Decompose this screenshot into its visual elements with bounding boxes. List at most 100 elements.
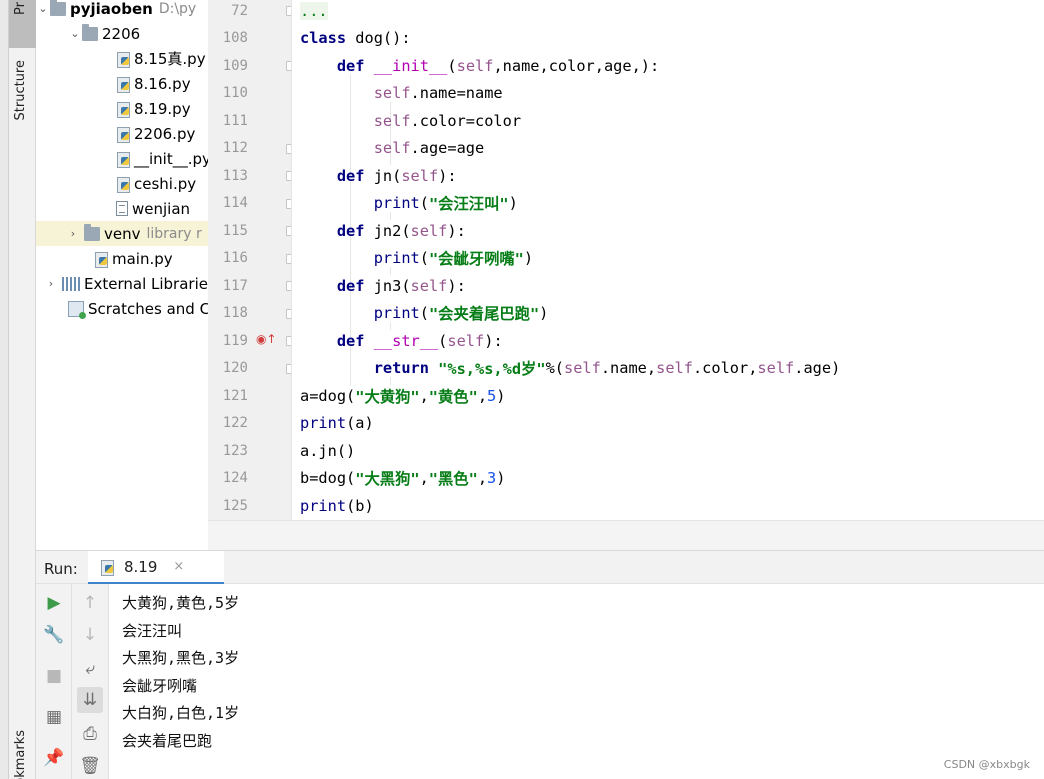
arrow-up-icon[interactable]: ↑ xyxy=(77,590,103,616)
code-token: print xyxy=(300,496,347,515)
wrench-icon[interactable]: 🔧 xyxy=(41,622,67,648)
console-line: 会夹着尾巴跑 xyxy=(122,732,213,750)
soft-wrap-icon[interactable]: ⤶ xyxy=(77,656,103,682)
line-number: 112 xyxy=(222,140,248,156)
python-file-icon xyxy=(116,76,130,93)
project-tab[interactable]: Pr xyxy=(9,0,36,48)
code-line[interactable]: def jn(self): xyxy=(300,162,1044,189)
code-token: def xyxy=(336,276,365,295)
arrow-down-icon[interactable]: ↓ xyxy=(77,622,103,648)
scroll-to-end-icon[interactable]: ⇊ xyxy=(77,687,103,713)
code-line[interactable]: print("会夹着尾巴跑") xyxy=(300,300,1044,327)
code-token: ): xyxy=(447,221,466,240)
line-number: 125 xyxy=(222,497,248,514)
code-token: , xyxy=(477,469,488,487)
code-token: "大黄狗" xyxy=(355,387,420,406)
code-line[interactable]: def __str__(self): xyxy=(300,327,1044,354)
chevron-right-icon[interactable]: › xyxy=(44,277,58,290)
tree-root[interactable]: ⌄ pyjiaoben D:\py xyxy=(36,0,208,21)
file-label: 8.19.py xyxy=(134,99,191,118)
tree-scratches[interactable]: Scratches and Co xyxy=(36,296,208,321)
chevron-down-icon[interactable]: ⌄ xyxy=(68,27,82,40)
folder-icon xyxy=(50,0,66,16)
code-token: self xyxy=(447,331,485,350)
tree-folder-venv[interactable]: › venv library r xyxy=(36,221,208,246)
tree-external-libraries[interactable]: › External Librarie xyxy=(36,271,208,296)
code-token: self xyxy=(373,139,411,157)
close-icon[interactable]: × xyxy=(173,559,184,574)
code-line[interactable]: self .name=name xyxy=(300,80,1044,107)
code-token: ( xyxy=(438,331,448,350)
code-token: "黄色" xyxy=(428,387,478,406)
run-console[interactable]: 大黄狗,黄色,5岁 会汪汪叫 大黑狗,黑色,3岁 会龇牙咧嘴 大白狗,白色,1岁… xyxy=(109,584,1044,779)
code-line[interactable]: a.jn() xyxy=(300,437,1044,464)
code-token: 3 xyxy=(487,469,497,487)
layout-icon[interactable]: ▦ xyxy=(41,704,67,730)
venv-label: venv xyxy=(104,224,141,243)
line-number: 111 xyxy=(222,112,248,129)
watermark: CSDN @xbxbgk xyxy=(943,758,1030,771)
tree-file[interactable]: wenjian xyxy=(36,196,208,221)
code-line[interactable]: ... xyxy=(300,0,1044,24)
console-line: 大白狗,白色,1岁 xyxy=(122,704,240,722)
tree-file[interactable]: 8.15真.py xyxy=(36,46,208,71)
tree-file[interactable]: 8.19.py xyxy=(36,96,208,121)
code-line[interactable]: def __init__(self ,name,color,age,): xyxy=(300,52,1044,79)
code-token: print xyxy=(373,249,420,267)
code-line[interactable]: b=dog("大黑狗", "黑色", 3) xyxy=(300,465,1044,492)
code-line[interactable]: def jn3(self): xyxy=(300,272,1044,299)
code-token: ): xyxy=(447,276,466,295)
code-line[interactable]: def jn2(self): xyxy=(300,217,1044,244)
tree-file[interactable]: ceshi.py xyxy=(36,171,208,196)
bookmarks-tab[interactable]: okmarks xyxy=(13,730,28,779)
tree-folder-2206[interactable]: ⌄ 2206 xyxy=(36,21,208,46)
code-line[interactable]: print (b) xyxy=(300,492,1044,519)
python-file-icon xyxy=(116,51,130,68)
code-token: self xyxy=(401,166,439,185)
pin-icon[interactable]: 📌 xyxy=(41,745,67,771)
code-token: ) xyxy=(539,304,549,322)
run-play-icon[interactable]: ▶ xyxy=(41,590,67,616)
code-line[interactable]: class dog(): xyxy=(300,25,1044,52)
code-line[interactable]: return "%s,%s,%d岁" %(self .name, self .color… xyxy=(300,355,1044,382)
tree-file[interactable]: __init__.py xyxy=(36,146,208,171)
run-tab[interactable]: 8.19 × xyxy=(88,551,224,585)
code-token: .age=age xyxy=(410,139,485,157)
print-icon[interactable]: ⎙ xyxy=(77,721,103,747)
code-token: print xyxy=(373,304,420,322)
tree-file[interactable]: 2206.py xyxy=(36,121,208,146)
code-token: ): xyxy=(438,166,457,185)
structure-tab[interactable]: Structure xyxy=(13,60,28,120)
python-file-icon xyxy=(94,251,108,268)
run-tab-name: 8.19 xyxy=(124,557,158,576)
code-line[interactable]: print("会汪汪叫") xyxy=(300,190,1044,217)
external-label: External Librarie xyxy=(84,274,208,293)
code-line[interactable]: a=dog("大黄狗", "黄色", 5) xyxy=(300,382,1044,409)
run-label: Run: xyxy=(44,560,78,578)
stop-icon[interactable]: ■ xyxy=(41,663,67,689)
run-toolbar-primary: ▶ 🔧 ■ ▦ 📌 xyxy=(36,584,72,779)
code-line[interactable]: print("会龇牙咧嘴") xyxy=(300,245,1044,272)
line-number: 116 xyxy=(222,250,248,266)
chevron-down-icon[interactable]: ⌄ xyxy=(36,2,50,15)
line-number: 122 xyxy=(222,415,248,431)
code-token: __init__ xyxy=(373,56,448,75)
override-marker-icon[interactable]: ◉↑ xyxy=(256,332,277,348)
code-editor[interactable]: ... class dog(): def __init__(self ,name,c… xyxy=(291,0,1044,520)
code-token: "%s,%s,%d岁" xyxy=(438,360,546,378)
tree-file-main[interactable]: main.py xyxy=(36,246,208,271)
code-token: ( xyxy=(419,194,429,212)
chevron-right-icon[interactable]: › xyxy=(66,227,80,240)
tree-file[interactable]: 8.16.py xyxy=(36,71,208,96)
trash-icon[interactable]: 🗑 xyxy=(77,753,103,779)
code-token: ( xyxy=(447,56,457,75)
code-line[interactable]: self .color=color xyxy=(300,107,1044,134)
code-line[interactable]: self .age=age xyxy=(300,135,1044,162)
code-line[interactable]: print (a) xyxy=(300,410,1044,437)
